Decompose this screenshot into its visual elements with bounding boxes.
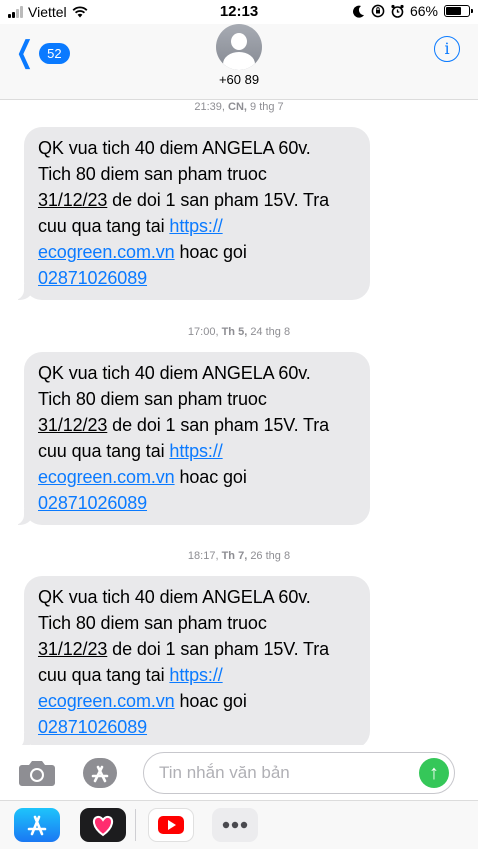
phone-link[interactable]: 02871026089	[38, 717, 147, 737]
message-text: hoac goi	[174, 691, 247, 711]
message-line: ecogreen.com.vn hoac goi	[38, 688, 355, 714]
message-text: hoac goi	[174, 467, 247, 487]
compose-bar: Tin nhắn văn bản ↑	[0, 745, 478, 800]
timestamp-day: Th 7,	[221, 550, 248, 562]
message-line: QK vua tich 40 diem ANGELA 60v.	[38, 138, 311, 158]
message-line: 31/12/23 de doi 1 san pham 15V. Tra	[38, 636, 355, 662]
camera-icon[interactable]	[18, 759, 56, 787]
message-line: Tich 80 diem san pham truoc	[38, 613, 267, 633]
date-link[interactable]: 31/12/23	[38, 190, 107, 210]
message-bubble[interactable]: QK vua tich 40 diem ANGELA 60v. Tich 80 …	[14, 576, 370, 749]
message-line: cuu qua tang tai https://	[38, 662, 355, 688]
message-timestamp: 21:39, CN, 9 thg 7	[0, 101, 478, 113]
heart-glyph	[92, 815, 114, 837]
app-drawer	[0, 800, 478, 849]
battery-fill	[446, 7, 461, 15]
more-icon[interactable]	[212, 808, 258, 842]
timestamp-day: CN,	[228, 101, 247, 113]
timestamp-time: 17:00,	[187, 326, 219, 338]
url-link[interactable]: ecogreen.com.vn	[38, 242, 175, 262]
message-text: de doi 1 san pham 15V. Tra	[107, 415, 330, 435]
chevron-left-icon: ❮	[15, 36, 34, 69]
message-text: de doi 1 san pham 15V. Tra	[107, 639, 330, 659]
youtube-icon[interactable]	[148, 808, 194, 842]
back-button[interactable]: ❮ 52	[12, 38, 70, 68]
date-link[interactable]: 31/12/23	[38, 639, 107, 659]
unread-badge: 52	[39, 42, 70, 64]
phone-link[interactable]: 02871026089	[38, 268, 147, 288]
battery-percent: 66%	[409, 3, 438, 19]
message-line: Tich 80 diem san pham truoc	[38, 164, 267, 184]
message-line: 31/12/23 de doi 1 san pham 15V. Tra	[38, 412, 355, 438]
message-bubble[interactable]: QK vua tich 40 diem ANGELA 60v. Tich 80 …	[14, 352, 370, 525]
orientation-lock-icon	[371, 4, 385, 18]
message-timestamp: 18:17, Th 7, 26 thg 8	[0, 550, 478, 562]
message-text: de doi 1 san pham 15V. Tra	[107, 190, 330, 210]
phone-link[interactable]: 02871026089	[38, 493, 147, 513]
message-timestamp: 17:00, Th 5, 24 thg 8	[0, 326, 478, 338]
avatar-head	[231, 33, 247, 50]
message-line: 31/12/23 de doi 1 san pham 15V. Tra	[38, 187, 355, 213]
alarm-icon	[391, 4, 404, 18]
message-line: ecogreen.com.vn hoac goi	[38, 464, 355, 490]
message-input-placeholder: Tin nhắn văn bản	[159, 763, 290, 782]
message-bubble[interactable]: QK vua tich 40 diem ANGELA 60v. Tich 80 …	[14, 127, 370, 300]
message-text: cuu qua tang tai	[38, 216, 170, 236]
more-glyph	[222, 821, 248, 829]
contact-avatar[interactable]	[216, 24, 262, 70]
url-link[interactable]: https://	[169, 216, 222, 236]
message-text: cuu qua tang tai	[38, 441, 170, 461]
message-text: hoac goi	[174, 242, 247, 262]
app-store-glyph	[27, 815, 47, 836]
message-line: ecogreen.com.vn hoac goi	[38, 239, 355, 265]
url-link[interactable]: https://	[169, 665, 222, 685]
url-link[interactable]: ecogreen.com.vn	[38, 467, 175, 487]
message-line: 02871026089	[38, 265, 355, 291]
url-link[interactable]: https://	[169, 441, 222, 461]
avatar-body	[223, 52, 255, 70]
moon-icon	[352, 5, 364, 18]
message-line: QK vua tich 40 diem ANGELA 60v.	[38, 363, 311, 383]
status-bar: Viettel 12:13 66%	[0, 0, 478, 24]
info-icon[interactable]: i	[434, 36, 460, 62]
date-link[interactable]: 31/12/23	[38, 415, 107, 435]
drawer-divider	[135, 809, 136, 841]
message-line: 02871026089	[38, 490, 355, 516]
youtube-glyph	[158, 816, 184, 834]
arrow-up-icon[interactable]: ↑	[419, 758, 449, 788]
conversation-header: ❮ 52 +60 89 i	[0, 24, 478, 100]
message-line: 02871026089	[38, 714, 355, 740]
message-line: cuu qua tang tai https://	[38, 213, 355, 239]
contact-name[interactable]: +60 89	[0, 72, 478, 87]
message-line: Tich 80 diem san pham truoc	[38, 389, 267, 409]
timestamp-time: 18:17,	[187, 550, 219, 562]
status-right: 66%	[352, 3, 473, 19]
timestamp-time: 21:39,	[194, 101, 225, 113]
timestamp-date: 24 thg 8	[250, 326, 291, 338]
timestamp-date: 26 thg 8	[250, 550, 291, 562]
message-text: cuu qua tang tai	[38, 665, 170, 685]
message-line: QK vua tich 40 diem ANGELA 60v.	[38, 587, 311, 607]
digital-touch-icon[interactable]	[80, 808, 126, 842]
url-link[interactable]: ecogreen.com.vn	[38, 691, 175, 711]
timestamp-date: 9 thg 7	[250, 101, 284, 113]
app-store-icon[interactable]	[14, 808, 60, 842]
message-line: cuu qua tang tai https://	[38, 438, 355, 464]
message-input[interactable]: Tin nhắn văn bản ↑	[143, 752, 455, 794]
battery-icon	[444, 5, 473, 17]
timestamp-day: Th 5,	[221, 326, 248, 338]
app-store-icon[interactable]	[82, 757, 118, 789]
